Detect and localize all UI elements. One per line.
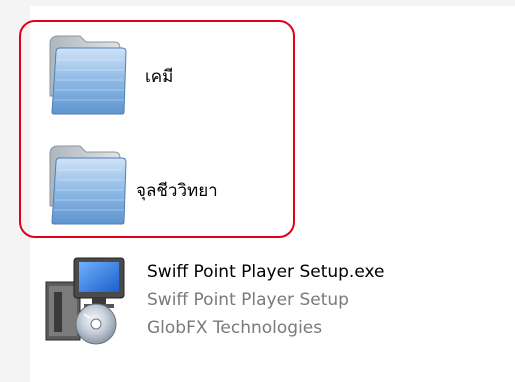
file-description: Swiff Point Player Setup <box>147 290 349 310</box>
file-company: GlobFX Technologies <box>147 318 323 338</box>
folder-icon <box>49 35 127 115</box>
file-name: Swiff Point Player Setup.exe <box>147 262 385 282</box>
folder-label: จุลชีววิทยา <box>136 181 218 201</box>
folder-label: เคมี <box>145 67 174 87</box>
pane-top-edge <box>0 0 515 6</box>
file-details: Swiff Point Player Setup.exe Swiff Point… <box>147 258 385 342</box>
folder-icon <box>49 145 127 225</box>
installer-icon <box>45 257 125 345</box>
